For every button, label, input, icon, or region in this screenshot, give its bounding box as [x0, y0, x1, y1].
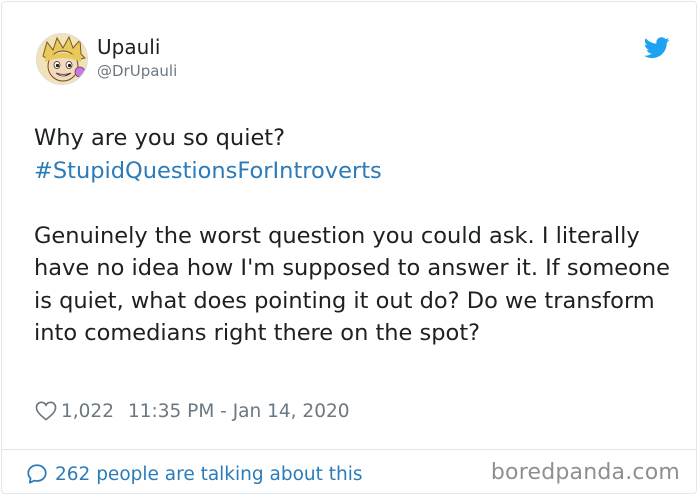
user-handle[interactable]: @DrUpauli — [97, 62, 177, 80]
display-name[interactable]: Upauli — [97, 35, 160, 59]
avatar[interactable] — [36, 33, 88, 85]
conversation-link[interactable]: 262 people are talking about this — [26, 461, 363, 487]
watermark: boredpanda.com — [490, 460, 680, 485]
tweet-meta: 1,022 11:35 PM - Jan 14, 2020 — [35, 398, 350, 424]
tweet-text: Why are you so quiet? #StupidQuestionsFo… — [34, 122, 674, 350]
talking-label: 262 people are talking about this — [55, 463, 363, 485]
heart-icon[interactable] — [35, 401, 57, 421]
divider — [2, 449, 696, 450]
tweet-question: Why are you so quiet? — [34, 125, 286, 151]
tweet-body: Genuinely the worst question you could a… — [34, 222, 670, 347]
like-count[interactable]: 1,022 — [61, 401, 114, 422]
tweet-card: Upauli @DrUpauli Why are you so quiet? #… — [1, 1, 697, 494]
hashtag-link[interactable]: #StupidQuestionsForIntroverts — [34, 155, 674, 188]
twitter-bird-icon[interactable] — [644, 37, 670, 59]
avatar-image — [37, 34, 87, 84]
tweet-timestamp[interactable]: 11:35 PM - Jan 14, 2020 — [128, 401, 350, 422]
speech-bubble-icon — [27, 464, 47, 484]
